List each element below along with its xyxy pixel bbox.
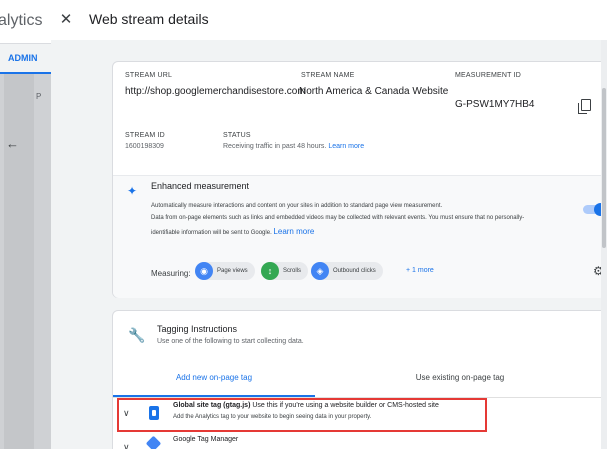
enhanced-desc-line1: Automatically measure interactions and c… xyxy=(151,203,443,209)
chip-page-views: ◉ Page views xyxy=(195,262,255,280)
enhanced-desc-line2: Data from on-page elements such as links… xyxy=(151,215,525,221)
drawer-title: Web stream details xyxy=(89,11,209,27)
gtag-icon xyxy=(149,406,159,420)
wrench-icon: 🔧 xyxy=(128,327,146,343)
close-icon[interactable]: ✕ xyxy=(55,9,77,31)
eye-icon: ◉ xyxy=(195,262,213,280)
gtag-title: Global site tag (gtag.js) Use this if yo… xyxy=(173,402,439,409)
status-text: Receiving traffic in past 48 hours. xyxy=(223,143,327,150)
stream-url-value: http://shop.googlemerchandisestore.com xyxy=(125,86,306,97)
gtm-title: Google Tag Manager xyxy=(173,436,238,443)
stream-name-label: STREAM NAME xyxy=(301,72,355,79)
measuring-label: Measuring: xyxy=(151,269,191,278)
scroll-icon: ↕ xyxy=(261,262,279,280)
chevron-down-icon[interactable]: ∨ xyxy=(123,408,130,419)
stream-id-value: 1600198309 xyxy=(125,143,164,150)
backdrop-header: alytics xyxy=(0,0,51,44)
more-link[interactable]: + 1 more xyxy=(406,267,434,274)
gtag-row[interactable]: ∨ Global site tag (gtag.js) Use this if … xyxy=(113,399,606,429)
enhanced-measurement-section: ✦ Enhanced measurement Automatically mea… xyxy=(113,175,607,298)
backdrop-letter: P xyxy=(36,92,42,101)
status-value: Receiving traffic in past 48 hours. Lear… xyxy=(223,143,364,150)
tagging-title: Tagging Instructions xyxy=(157,324,238,334)
admin-tab[interactable]: ADMIN xyxy=(0,44,51,74)
backdrop-app-title: alytics xyxy=(0,12,43,29)
status-learn-more-link[interactable]: Learn more xyxy=(328,143,364,150)
chip-label: Scrolls xyxy=(283,268,302,274)
drawer-scrollbar[interactable] xyxy=(601,40,607,449)
gtag-title-bold: Global site tag (gtag.js) xyxy=(173,402,251,409)
tab-add-new-tag[interactable]: Add new on-page tag xyxy=(113,373,315,397)
chip-label: Outbound clicks xyxy=(333,268,376,274)
status-label: STATUS xyxy=(223,132,251,139)
stream-details-card: STREAM URL http://shop.googlemerchandise… xyxy=(112,61,607,298)
stream-url-label: STREAM URL xyxy=(125,72,173,79)
enhanced-desc-text: identifiable information will be sent to… xyxy=(151,230,272,236)
copy-icon[interactable] xyxy=(578,99,591,114)
drawer-header: ✕ Web stream details xyxy=(51,0,607,40)
backdrop-app: alytics ADMIN P ← xyxy=(0,0,51,449)
web-stream-drawer: ✕ Web stream details STREAM URL http://s… xyxy=(51,0,607,449)
chip-label: Page views xyxy=(217,268,248,274)
tabs-divider xyxy=(113,397,606,398)
tagging-subtitle: Use one of the following to start collec… xyxy=(157,338,304,345)
scrollbar-thumb[interactable] xyxy=(602,88,606,248)
tag-manager-icon xyxy=(145,435,162,449)
measurement-id-label: MEASUREMENT ID xyxy=(455,72,522,79)
arrow-left-icon[interactable]: ← xyxy=(6,136,26,156)
gtag-title-rest: Use this if you're using a website build… xyxy=(250,402,439,409)
enhanced-measurement-title: Enhanced measurement xyxy=(151,181,250,191)
gtm-title-text: Google Tag Manager xyxy=(173,436,239,443)
tab-use-existing-tag[interactable]: Use existing on-page tag xyxy=(315,373,605,397)
click-icon: ◈ xyxy=(311,262,329,280)
measurement-id-value: G-PSW1MY7HB4 xyxy=(455,99,535,110)
stream-id-label: STREAM ID xyxy=(125,132,165,139)
gtag-desc: Add the Analytics tag to your website to… xyxy=(173,414,372,420)
chip-outbound-clicks: ◈ Outbound clicks xyxy=(311,262,383,280)
stream-name-value: North America & Canada Website xyxy=(299,86,449,97)
enhanced-learn-more-link[interactable]: Learn more xyxy=(273,227,314,236)
gtm-row[interactable]: ∨ Google Tag Manager xyxy=(113,433,606,449)
enhanced-desc-line3: identifiable information will be sent to… xyxy=(151,227,314,236)
sparkle-icon: ✦ xyxy=(127,184,138,198)
chip-scrolls: ↕ Scrolls xyxy=(261,262,309,280)
tagging-instructions-card: 🔧 Tagging Instructions Use one of the fo… xyxy=(112,310,607,449)
backdrop-column xyxy=(4,74,34,449)
admin-tab-label: ADMIN xyxy=(8,53,38,63)
chevron-down-icon[interactable]: ∨ xyxy=(123,442,130,449)
